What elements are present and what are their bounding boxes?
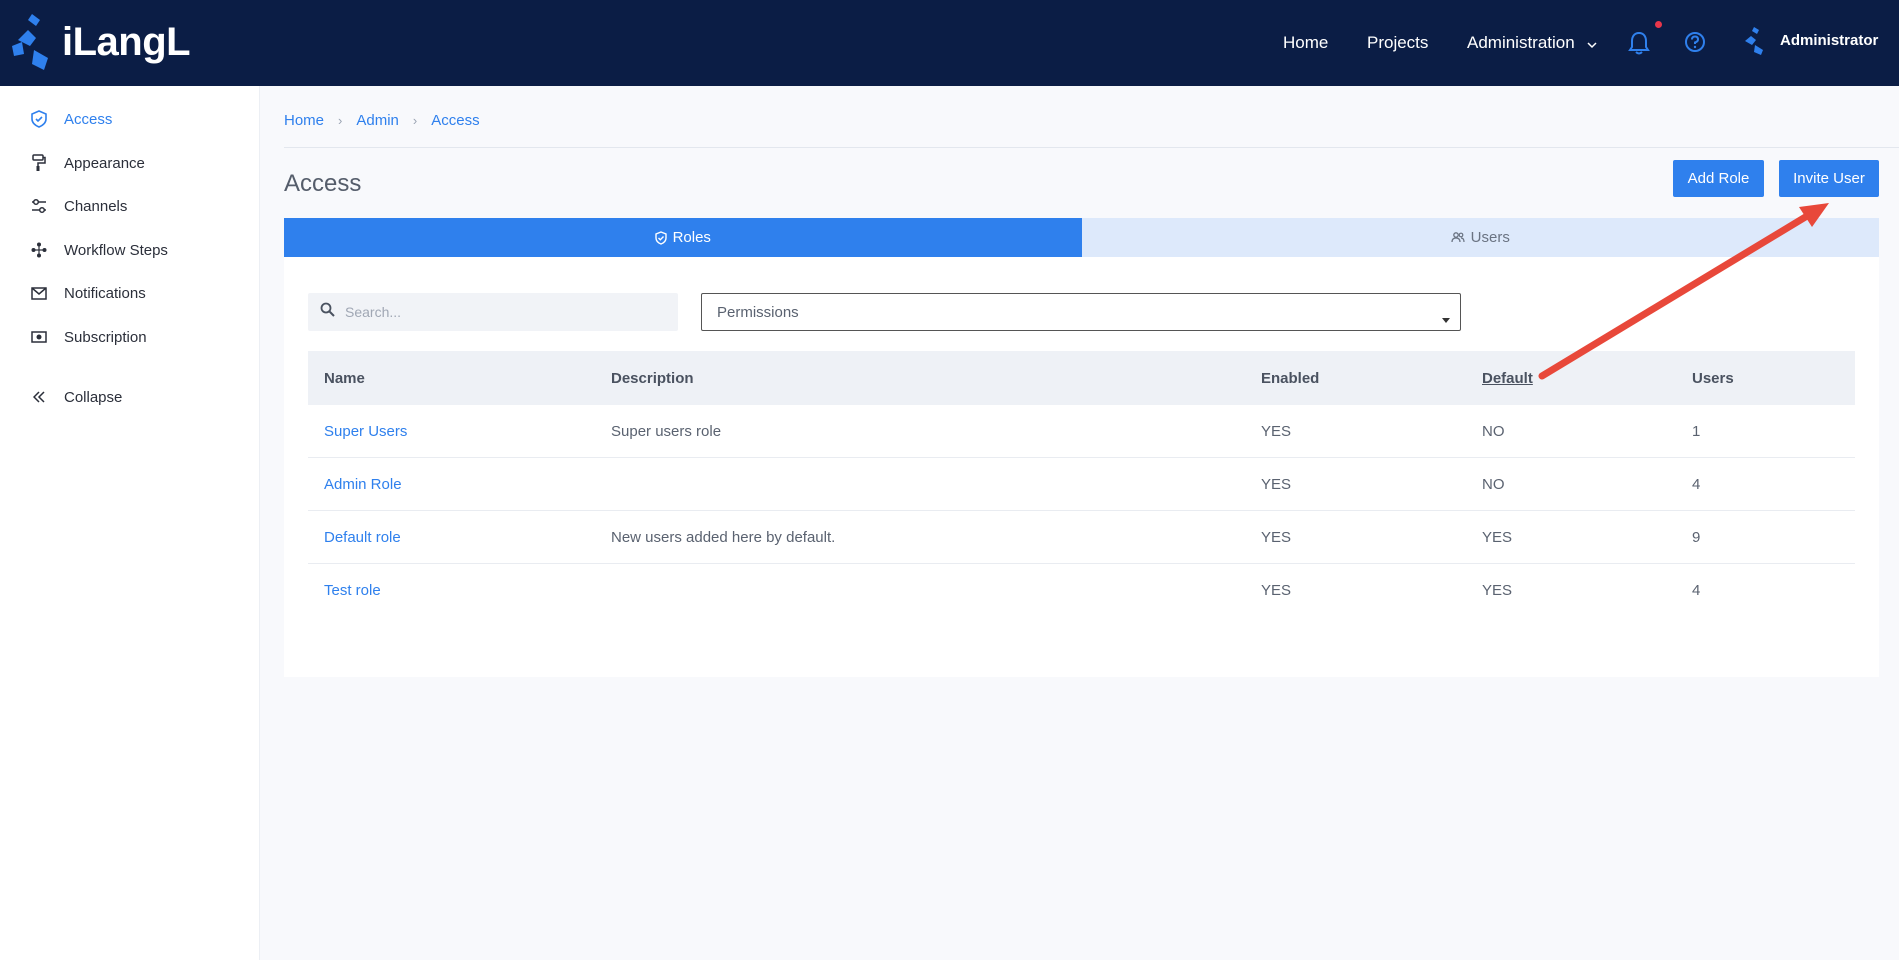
add-role-button[interactable]: Add Role [1673,160,1764,197]
role-users-count: 9 [1692,528,1701,546]
divider [284,147,1899,148]
sidebar-item-label: Channels [64,197,128,215]
sidebar-item-label: Appearance [64,154,145,172]
money-icon [30,328,48,346]
column-header-name[interactable]: Name [324,370,365,387]
workflow-icon [30,241,48,259]
nav-administration-label: Administration [1467,33,1575,52]
envelope-icon [30,284,48,302]
notification-dot [1655,21,1662,28]
search-icon [320,302,335,322]
sidebar-item-workflow-steps[interactable]: Workflow Steps [30,239,168,261]
role-enabled: YES [1261,528,1292,546]
sidebar-item-label: Subscription [64,328,147,346]
column-header-users[interactable]: Users [1692,370,1734,387]
column-header-description[interactable]: Description [611,370,694,387]
user-avatar-icon[interactable] [1742,26,1768,61]
sidebar-item-notifications[interactable]: Notifications [30,282,146,304]
shield-check-icon [30,110,48,128]
role-default: NO [1482,422,1505,440]
column-header-enabled[interactable]: Enabled [1261,370,1319,387]
tab-roles[interactable]: Roles [284,218,1082,257]
tab-label: Users [1470,229,1510,246]
role-default: YES [1482,528,1513,546]
permissions-select-value: Permissions [717,303,799,321]
sliders-icon [30,197,48,215]
sidebar-collapse[interactable]: Collapse [30,386,122,408]
caret-down-icon [1442,310,1450,327]
sidebar-item-label: Access [64,110,113,128]
role-name-link[interactable]: Default role [324,529,401,546]
breadcrumb-home[interactable]: Home [284,112,324,129]
sidebar-item-label: Workflow Steps [64,241,168,259]
role-users-count: 1 [1692,422,1701,440]
chevron-right-icon: › [338,113,343,128]
search-box [308,293,678,331]
role-description: New users added here by default. [611,528,836,546]
page-title: Access [284,170,362,197]
chevron-right-icon: › [412,113,418,128]
table-row[interactable]: Test role YES YES 4 [308,564,1855,617]
sidebar-item-label: Collapse [64,388,123,406]
sidebar-item-channels[interactable]: Channels [30,195,127,217]
role-enabled: YES [1261,422,1292,440]
breadcrumb-access[interactable]: Access [431,112,479,129]
role-enabled: YES [1261,582,1292,599]
paint-roller-icon [30,154,48,172]
bell-icon[interactable] [1628,31,1650,60]
breadcrumb-admin[interactable]: Admin [356,112,399,129]
nav-administration[interactable]: Administration [1467,33,1597,54]
logo-mark-icon [10,12,56,72]
role-name-link[interactable]: Test role [324,582,381,599]
table-row[interactable]: Admin Role YES NO 4 [308,458,1855,511]
role-users-count: 4 [1692,582,1701,599]
role-default: YES [1482,582,1513,599]
permissions-select[interactable]: Permissions [701,293,1461,331]
tab-users[interactable]: Users [1081,218,1879,257]
table-row[interactable]: Default role New users added here by def… [308,511,1855,564]
nav-projects[interactable]: Projects [1367,33,1428,53]
table-header: Name Description Enabled Default Users [308,351,1855,405]
roles-panel: Permissions Name Description Enabled Def… [284,257,1879,677]
double-chevron-left-icon [30,388,48,406]
tab-bar: Roles Users [284,218,1879,257]
help-icon[interactable] [1684,31,1706,58]
chevron-down-icon [1587,34,1597,54]
search-input[interactable] [345,304,665,320]
user-name[interactable]: Administrator [1780,32,1878,49]
users-icon [1451,232,1465,243]
column-header-default[interactable]: Default [1482,370,1533,387]
role-enabled: YES [1261,475,1292,493]
top-navigation-bar: iLangL Home Projects Administration Admi… [0,0,1899,86]
sidebar-item-appearance[interactable]: Appearance [30,152,145,174]
role-name-link[interactable]: Admin Role [324,476,402,493]
tab-label: Roles [672,229,711,246]
sidebar-item-access[interactable]: Access [30,108,112,130]
roles-table: Name Description Enabled Default Users S… [308,351,1855,617]
shield-check-icon [654,230,667,245]
role-default: NO [1482,475,1505,493]
table-row[interactable]: Super Users Super users role YES NO 1 [308,405,1855,458]
sidebar-item-subscription[interactable]: Subscription [30,326,147,348]
app-logo[interactable]: iLangL [10,12,191,72]
role-description: Super users role [611,422,722,440]
sidebar: Access Appearance Channels Workflow Step… [0,86,260,960]
invite-user-button[interactable]: Invite User [1779,160,1879,197]
breadcrumb: Home › Admin › Access [284,112,480,129]
logo-text: iLangL [62,19,191,64]
sidebar-item-label: Notifications [64,284,146,302]
role-name-link[interactable]: Super Users [324,423,407,440]
nav-home[interactable]: Home [1283,33,1328,53]
role-users-count: 4 [1692,475,1701,493]
